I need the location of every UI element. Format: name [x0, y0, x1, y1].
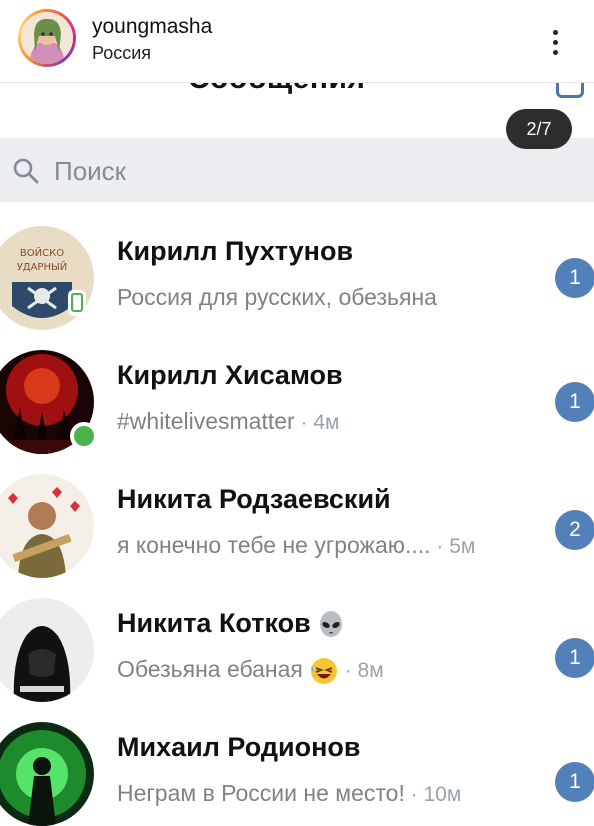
search-icon: [13, 158, 39, 184]
conversation-item[interactable]: Никита Котков Обезьяна ебаная · 8м 1: [0, 584, 594, 702]
kebab-icon[interactable]: [538, 22, 572, 62]
conversation-name: Никита Родзаевский: [117, 484, 391, 514]
last-message: Обезьяна ебаная · 8м: [117, 656, 384, 686]
avatar: [0, 474, 94, 578]
online-status-icon: [70, 422, 98, 450]
conversation-item[interactable]: Михаил Родионов Неграм в России не место…: [0, 708, 594, 826]
unread-badge: 1: [555, 382, 594, 422]
message-time: · 10м: [404, 783, 462, 806]
conversation-item[interactable]: ВОЙСКО УДАРНЫЙ Кирилл Пухтунов Россия дл…: [0, 212, 594, 330]
conversation-item[interactable]: Кирилл Хисамов #whitelivesmatter · 4м 1: [0, 336, 594, 454]
search-input[interactable]: [52, 150, 536, 192]
conversation-name: Михаил Родионов: [117, 732, 361, 762]
svg-text:ВОЙСКО: ВОЙСКО: [20, 246, 64, 259]
unread-badge: 1: [555, 762, 594, 802]
conversation-name: Никита Котков: [117, 608, 345, 639]
message-time: · 4м: [294, 411, 340, 434]
message-time: · 5м: [430, 535, 476, 558]
svg-text:УДАРНЫЙ: УДАРНЫЙ: [17, 260, 68, 273]
avatar: [0, 598, 94, 702]
last-message: я конечно тебе не угрожаю.... · 5м: [117, 532, 476, 558]
profile-avatar[interactable]: [21, 12, 73, 64]
alien-emoji: [319, 610, 342, 637]
last-message: #whitelivesmatter · 4м: [117, 408, 340, 434]
post-location[interactable]: Россия: [92, 43, 151, 64]
post-header: youngmasha Россия: [0, 0, 594, 83]
unread-badge: 2: [555, 510, 594, 550]
carousel-page-indicator: 2/7: [506, 109, 572, 149]
conversation-name: Кирилл Хисамов: [117, 360, 343, 390]
story-ring[interactable]: [18, 9, 76, 67]
avatar: [0, 722, 94, 826]
last-message: Россия для русских, обезьяна: [117, 284, 437, 310]
unread-badge: 1: [555, 258, 594, 298]
conversation-name: Кирилл Пухтунов: [117, 236, 354, 266]
post-username[interactable]: youngmasha: [92, 15, 212, 39]
mobile-online-icon: [68, 290, 86, 316]
laughing-emoji: [310, 658, 337, 684]
unread-badge: 1: [555, 638, 594, 678]
conversation-item[interactable]: Никита Родзаевский я конечно тебе не угр…: [0, 460, 594, 578]
message-time: · 8м: [338, 659, 384, 683]
last-message: Неграм в России не место! · 10м: [117, 780, 462, 806]
